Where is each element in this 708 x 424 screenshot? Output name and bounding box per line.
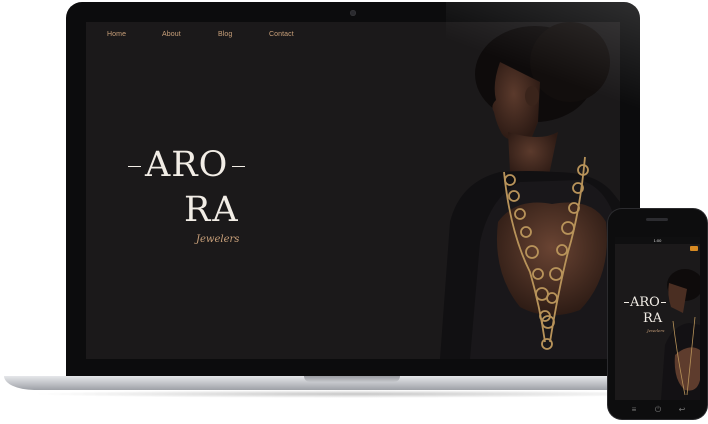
nav-link-about[interactable]: About — [162, 31, 181, 38]
menu-lines-icon[interactable]: ≡ — [628, 405, 640, 415]
nav-link-contact[interactable]: Contact — [269, 31, 294, 38]
back-icon[interactable]: ↩ — [676, 405, 688, 415]
menu-icon[interactable] — [690, 246, 698, 251]
phone-screen: 1:00 ARO RA Jewelers — [615, 237, 700, 400]
laptop-screen: Home About Blog Contact ARO RA Jewelers — [86, 22, 620, 359]
nav-link-blog[interactable]: Blog — [218, 31, 232, 38]
nav-link-home[interactable]: Home — [107, 31, 126, 38]
brand-line-1: ARO — [124, 146, 249, 184]
webcam-icon — [350, 10, 356, 16]
phone-brand-word-1: ARO — [630, 295, 660, 310]
phone-speaker — [646, 218, 668, 221]
laptop-base — [4, 376, 706, 390]
phone-brand-line-1: ARO — [623, 295, 667, 310]
phone-device: 1:00 ARO RA Jewelers ≡ ⏻ ↩ — [608, 209, 707, 419]
power-icon[interactable]: ⏻ — [652, 405, 664, 415]
brand-line-2: RA — [184, 190, 240, 230]
phone-status-bar: 1:00 — [615, 237, 700, 244]
laptop-shadow — [30, 390, 680, 398]
brand-tagline: Jewelers — [196, 234, 240, 245]
brand-word-1: ARO — [145, 145, 229, 185]
laptop-notch — [304, 376, 400, 382]
hero-model-photo — [380, 22, 620, 359]
phone-brand-line-2: RA — [643, 311, 663, 326]
phone-brand-tagline: Jewelers — [647, 328, 665, 333]
laptop-device: Home About Blog Contact ARO RA Jewelers — [66, 2, 640, 376]
phone-nav-buttons: ≡ ⏻ ↩ — [608, 401, 707, 419]
